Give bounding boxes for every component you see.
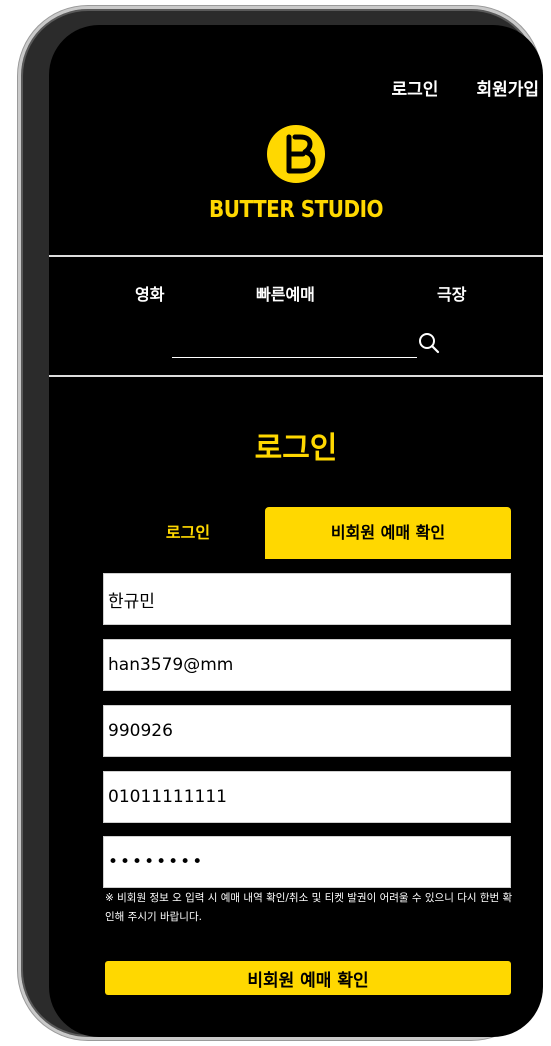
- phone-field[interactable]: [103, 771, 511, 823]
- tab-guest-booking-check[interactable]: 비회원 예매 확인: [265, 507, 511, 559]
- nav-divider: [49, 375, 543, 377]
- page-title: 로그인: [254, 431, 338, 466]
- brand-logo[interactable]: BUTTER STUDIO: [49, 125, 543, 223]
- guest-booking-check-button[interactable]: 비회원 예매 확인: [105, 961, 511, 995]
- phone-frame: 로그인 회원가입 BUTTER STUDIO 영화 빠른예매 극장 로그인 로그…: [18, 6, 543, 1040]
- phone-screen: 로그인 회원가입 BUTTER STUDIO 영화 빠른예매 극장 로그인 로그…: [49, 25, 543, 1037]
- nav-item-quick-booking[interactable]: 빠른예매: [256, 281, 315, 305]
- tab-login[interactable]: 로그인: [111, 507, 265, 559]
- birthdate-field[interactable]: [103, 705, 511, 757]
- signup-link[interactable]: 회원가입: [476, 75, 539, 100]
- notice-text: ※ 비회원 정보 오 입력 시 예매 내역 확인/취소 및 티켓 발권이 어려울…: [105, 892, 513, 923]
- password-field[interactable]: [103, 836, 511, 888]
- login-link[interactable]: 로그인: [392, 75, 439, 100]
- nav-item-movies[interactable]: 영화: [135, 281, 164, 305]
- logo-b-icon: [267, 125, 325, 183]
- search-icon[interactable]: [417, 331, 441, 355]
- name-field[interactable]: [103, 573, 511, 625]
- search-underline: [172, 357, 417, 358]
- nav-item-theaters[interactable]: 극장: [437, 281, 466, 305]
- top-links: 로그인 회원가입: [392, 75, 539, 100]
- email-field[interactable]: [103, 639, 511, 691]
- header-divider: [49, 255, 543, 257]
- search-input[interactable]: [172, 331, 416, 357]
- brand-name: BUTTER STUDIO: [208, 195, 384, 223]
